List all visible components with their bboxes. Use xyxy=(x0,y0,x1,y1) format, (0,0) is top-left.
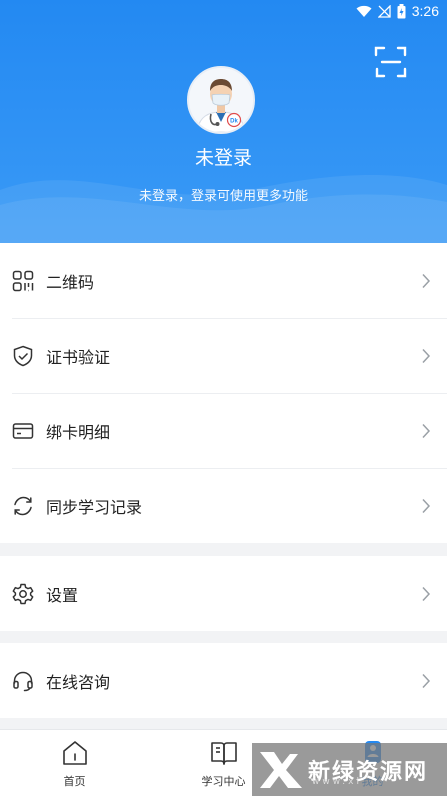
chevron-right-icon xyxy=(422,498,431,513)
wifi-icon xyxy=(356,5,372,17)
menu-label: 在线咨询 xyxy=(46,672,111,692)
signal-off-icon xyxy=(377,4,391,18)
qrcode-icon xyxy=(12,270,34,292)
doctor-avatar-icon: Dk xyxy=(189,68,253,132)
status-time: 3:26 xyxy=(411,3,439,19)
status-bar: 3:26 xyxy=(0,0,447,22)
menu-item-qrcode[interactable]: 二维码 xyxy=(0,243,447,318)
profile-header: 3:26 Dk 未登录 未登录，登录可使用更多功能 xyxy=(0,0,447,243)
menu-label: 绑卡明细 xyxy=(46,422,111,442)
watermark-logo-icon xyxy=(260,751,302,788)
chevron-right-icon xyxy=(422,586,431,601)
menu-label: 设置 xyxy=(46,585,79,605)
chevron-right-icon xyxy=(422,423,431,438)
menu-label: 证书验证 xyxy=(46,347,111,367)
menu-item-card-details[interactable]: 绑卡明细 xyxy=(0,393,447,468)
watermark-url: www.xl xyxy=(312,777,362,787)
login-hint[interactable]: 未登录，登录可使用更多功能 xyxy=(0,185,447,204)
chevron-right-icon xyxy=(422,348,431,363)
shield-check-icon xyxy=(12,345,34,367)
menu-item-sync-records[interactable]: 同步学习记录 xyxy=(0,468,447,543)
home-icon xyxy=(62,741,87,765)
menu-item-settings[interactable]: 设置 xyxy=(0,556,447,631)
gear-icon xyxy=(12,583,34,605)
menu-group-settings: 设置 xyxy=(0,556,447,631)
menu-item-online-consult[interactable]: 在线咨询 xyxy=(0,643,447,718)
username[interactable]: 未登录 xyxy=(0,143,447,170)
scan-icon[interactable] xyxy=(373,44,409,80)
watermark: 新绿资源网 www.xl xyxy=(252,743,447,796)
my-page-screen: 3:26 Dk 未登录 未登录，登录可使用更多功能 二维码 证书验证 绑卡明细 … xyxy=(0,0,447,796)
menu-label: 二维码 xyxy=(46,272,95,292)
menu-label: 同步学习记录 xyxy=(46,497,143,517)
book-icon xyxy=(210,742,237,765)
battery-icon xyxy=(397,3,406,18)
avatar-badge-text: Dk xyxy=(230,119,238,125)
chevron-right-icon xyxy=(422,273,431,288)
nav-label: 首页 xyxy=(63,775,86,788)
menu-item-certificate[interactable]: 证书验证 xyxy=(0,318,447,393)
chevron-right-icon xyxy=(422,673,431,688)
avatar[interactable]: Dk xyxy=(187,66,255,134)
sync-icon xyxy=(12,495,34,517)
headset-icon xyxy=(12,670,34,692)
nav-label: 学习中心 xyxy=(201,775,246,788)
menu-group-main: 二维码 证书验证 绑卡明细 同步学习记录 xyxy=(0,243,447,543)
nav-item-home[interactable]: 首页 xyxy=(0,730,149,796)
card-icon xyxy=(12,420,34,442)
menu-group-support: 在线咨询 xyxy=(0,643,447,718)
